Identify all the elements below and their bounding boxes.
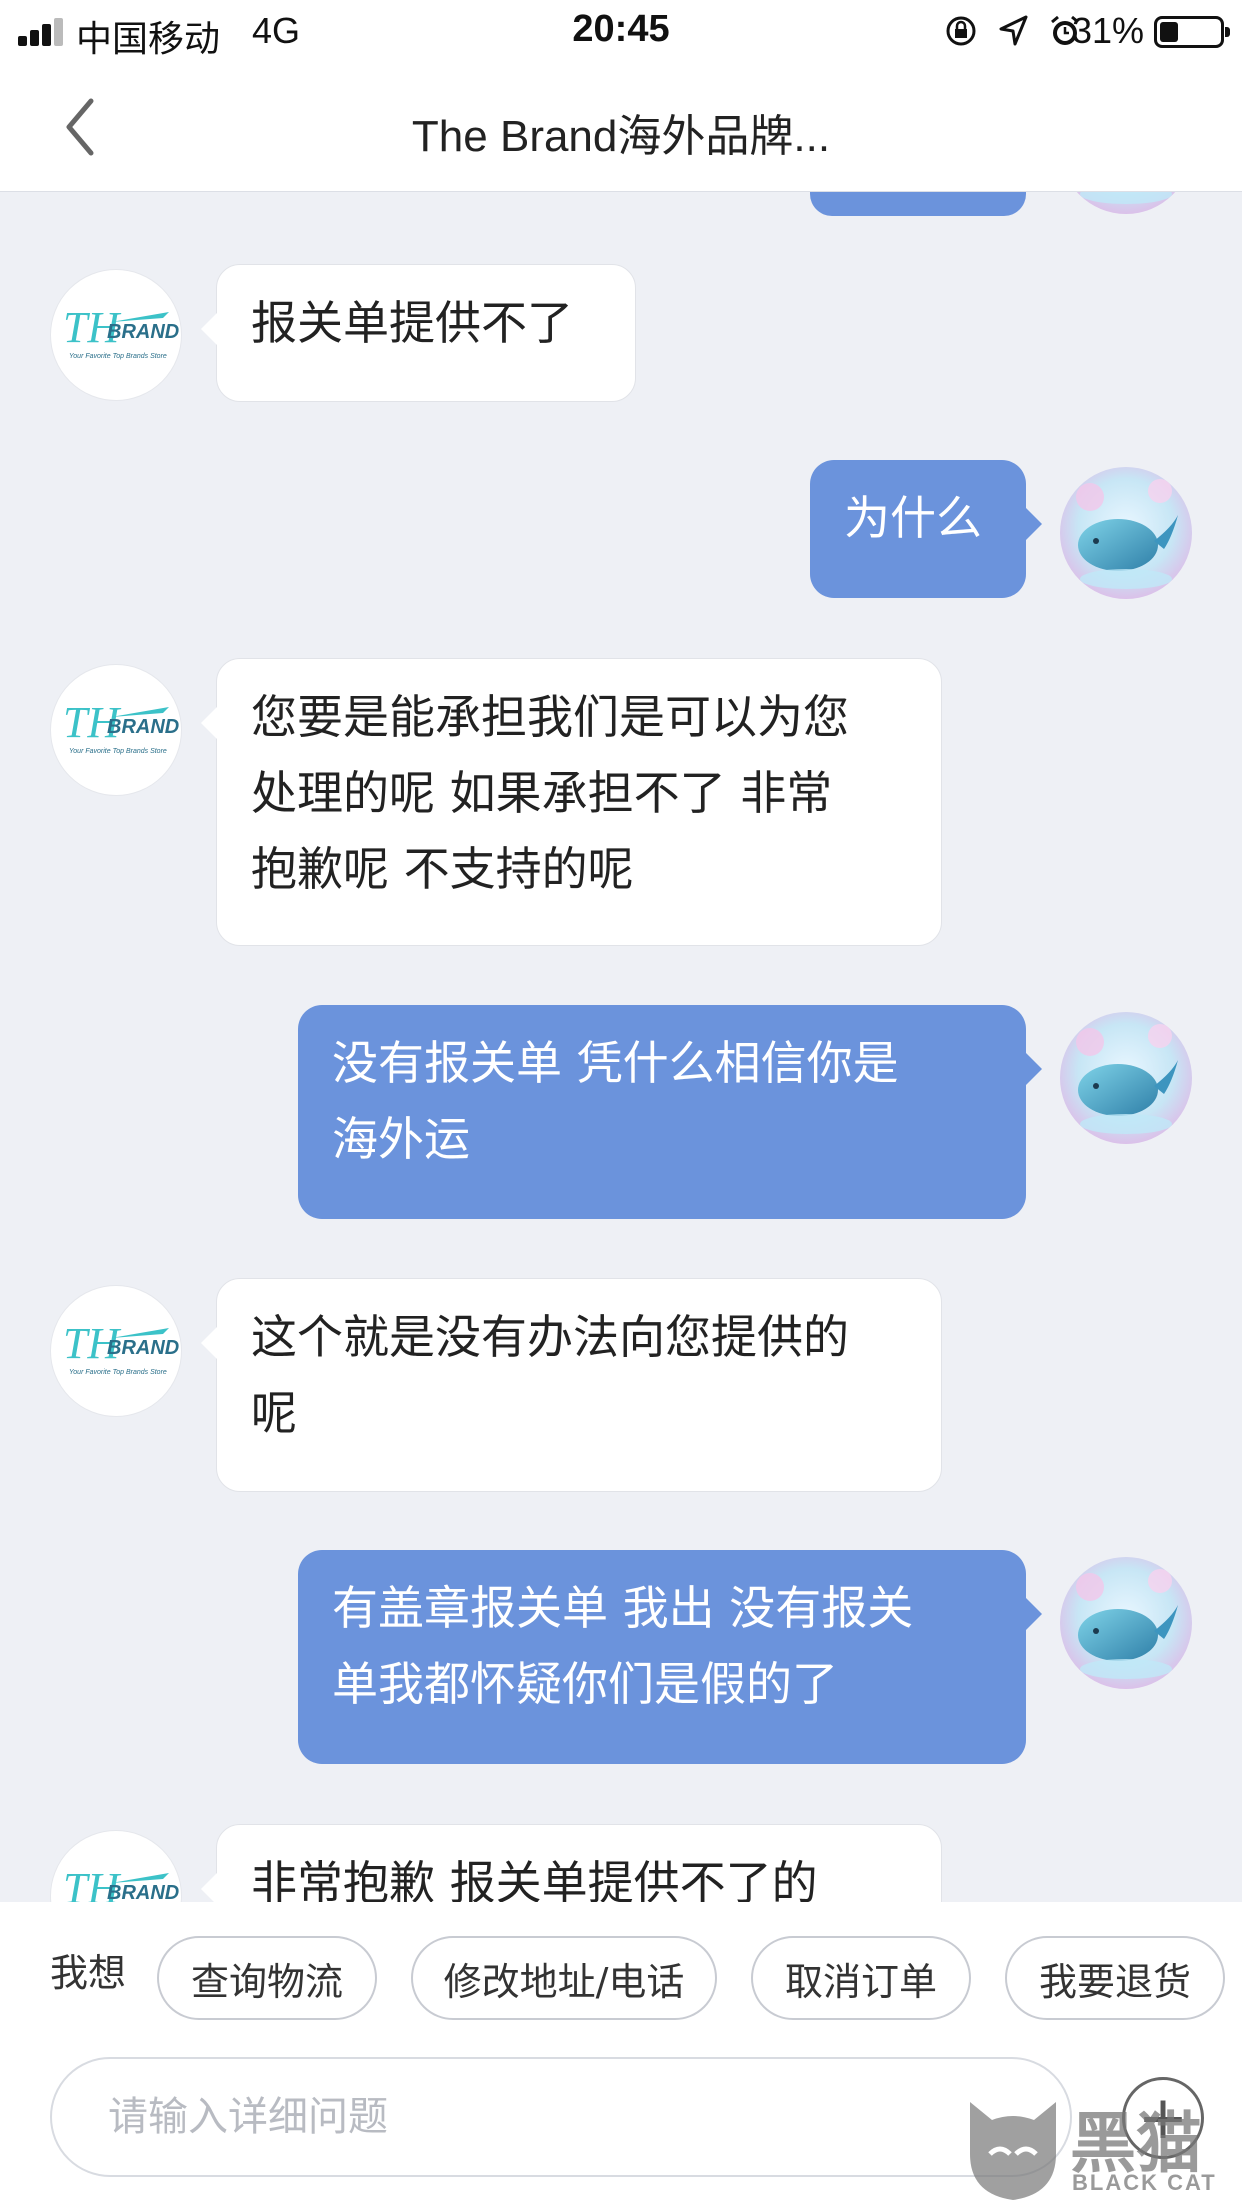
message-line: 呢 [251,1386,297,1440]
whale-avatar-icon [1060,1557,1192,1689]
message-line: 这个就是没有办法向您提供的 [251,1310,849,1364]
agent-avatar[interactable]: THBRANDYour Favorite Top Brands Store [50,1830,182,1902]
message-line: 处理的呢 如果承担不了 非常 [251,766,833,820]
agent-avatar[interactable]: THBRANDYour Favorite Top Brands Store [50,269,182,401]
chat-list[interactable]: TH BRAND Your Favorite Top Brands Store 报关… [0,192,1242,1902]
message-line: 您要是能承担我们是可以为您 [251,690,849,744]
message-text: 为什么 [844,491,982,545]
battery-percent: 31% [1071,10,1144,51]
message-text: 非常抱歉 报关单提供不了的 [251,1856,818,1902]
brand-logo-icon: THBRANDYour Favorite Top Brands Store [63,1319,179,1376]
agent-avatar[interactable]: THBRANDYour Favorite Top Brands Store [50,1285,182,1417]
quick-reply-return[interactable]: 我要退货 [1005,1936,1225,2020]
message-input[interactable]: 请输入详细问题 [50,2057,1072,2177]
input-bar: 请输入详细问题 + [0,2032,1242,2208]
message-line: 没有报关单 凭什么相信你是 [332,1036,899,1090]
plus-button[interactable]: + [1122,2077,1204,2159]
message-line: 单我都怀疑你们是假的了 [332,1657,838,1711]
svg-text:BRAND: BRAND [107,321,179,343]
rotation-lock-icon [944,14,978,56]
user-avatar[interactable] [1060,467,1192,599]
svg-text:BRAND: BRAND [107,716,179,738]
message-bubble-agent[interactable]: 非常抱歉 报关单提供不了的 [201,1824,942,1902]
quick-reply-bar: 我想 查询物流 修改地址/电话 取消订单 我要退货 [0,1902,1242,2032]
svg-text:Your Favorite Top Brands Store: Your Favorite Top Brands Store [69,1369,167,1376]
quick-reply-track-shipping[interactable]: 查询物流 [157,1936,377,2020]
whale-avatar-icon [1060,1012,1192,1144]
svg-text:BRAND: BRAND [107,1882,179,1902]
svg-text:Your Favorite Top Brands Store: Your Favorite Top Brands Store [69,748,167,755]
user-avatar[interactable] [1060,192,1192,214]
page-title: The Brand海外品牌... [411,112,831,161]
brand-logo-icon: THBRANDYour Favorite Top Brands Store [63,303,179,360]
message-bubble-agent[interactable]: 这个就是没有办法向您提供的 呢 [201,1278,942,1492]
brand-logo-icon: THBRANDYour Favorite Top Brands Store [63,1864,179,1902]
previous-message-stub [810,192,1026,216]
whale-avatar-icon [1060,467,1192,599]
svg-text:BRAND: BRAND [107,1337,179,1359]
quick-reply-label: 我想 [50,1951,127,1995]
status-bar: 中国移动 4G 20:45 31% [0,0,1242,62]
agent-avatar[interactable]: THBRANDYour Favorite Top Brands Store [50,664,182,796]
message-text: 报关单提供不了 [251,296,573,350]
nav-bar: The Brand海外品牌... [0,62,1242,192]
quick-reply-edit-address[interactable]: 修改地址/电话 [411,1936,717,2020]
message-bubble-agent[interactable]: 报关单提供不了 [201,264,636,402]
location-arrow-icon [998,14,1028,56]
plus-icon: + [1137,2083,1189,2153]
user-avatar[interactable] [1060,1557,1192,1689]
battery-icon [1154,16,1230,48]
brand-logo-icon: THBRANDYour Favorite Top Brands Store [63,698,179,755]
quick-reply-cancel-order[interactable]: 取消订单 [751,1936,971,2020]
message-line: 抱歉呢 不支持的呢 [251,842,634,896]
whale-avatar-icon [1060,192,1192,214]
message-bubble-user[interactable]: 有盖章报关单 我出 没有报关 单我都怀疑你们是假的了 [298,1550,1042,1764]
message-bubble-agent[interactable]: 您要是能承担我们是可以为您 处理的呢 如果承担不了 非常 抱歉呢 不支持的呢 [201,658,942,946]
message-bubble-user[interactable]: 没有报关单 凭什么相信你是 海外运 [298,1005,1042,1219]
user-avatar[interactable] [1060,1012,1192,1144]
svg-text:Your Favorite Top Brands Store: Your Favorite Top Brands Store [69,353,167,360]
message-bubble-user[interactable]: 为什么 [810,460,1042,598]
message-line: 海外运 [332,1112,470,1166]
message-line: 有盖章报关单 我出 没有报关 [332,1581,914,1635]
